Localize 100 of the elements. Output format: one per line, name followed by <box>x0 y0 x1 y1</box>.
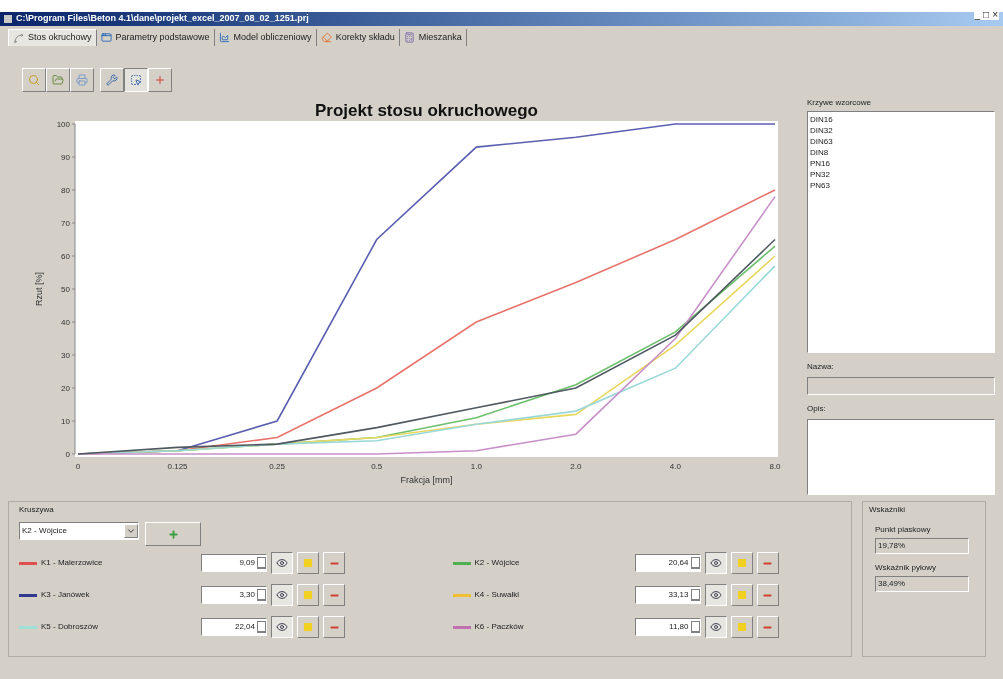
window-control[interactable]: × <box>991 10 999 20</box>
share-value: 3,30 <box>239 589 256 601</box>
share-spinner[interactable]: 3,30 <box>201 586 267 604</box>
tab[interactable]: Stos okruchowy <box>8 29 97 46</box>
window-control[interactable]: _ <box>973 10 982 20</box>
curve-list-item[interactable]: PN16 <box>810 158 992 169</box>
share-spinner[interactable]: 22,04 <box>201 618 267 636</box>
aggregate-name: K2 - Wójcice <box>474 557 521 569</box>
y-tick-label: 80 <box>61 185 70 195</box>
y-tick-label: 30 <box>61 350 70 360</box>
caret-icon <box>126 526 136 536</box>
visibility-button[interactable] <box>271 584 293 606</box>
eye-icon <box>276 557 288 569</box>
share-value: 9,09 <box>239 557 256 569</box>
aggregate-name: K1 - Malerzowice <box>41 557 104 569</box>
visibility-button[interactable] <box>271 616 293 638</box>
share-spinner[interactable]: 20,64 <box>634 554 701 572</box>
color-button[interactable] <box>730 584 753 606</box>
y-tick-label: 10 <box>61 416 70 426</box>
remove-button[interactable] <box>323 616 345 638</box>
color-button[interactable] <box>297 552 319 574</box>
window-control[interactable]: □ <box>982 10 991 20</box>
indicator-label: Wskaźnik pyłowy <box>875 562 937 574</box>
y-tick-label: 90 <box>61 152 70 162</box>
x-tick-label: 0 <box>75 462 81 471</box>
printer-icon <box>76 74 88 86</box>
aggregate-name: K6 - Paczków <box>474 621 525 633</box>
indicator-field: 38,49% <box>875 576 969 592</box>
share-value: 11,80 <box>669 621 690 633</box>
remove-button[interactable] <box>323 552 345 574</box>
eye-icon <box>709 557 722 569</box>
window-title: C:\Program Files\Beton 4.1\dane\projekt_excel_2007_08_02_1251.prj <box>16 12 309 26</box>
app-icon <box>4 15 12 23</box>
visibility-button[interactable] <box>704 616 727 638</box>
remove-button[interactable] <box>756 616 779 638</box>
x-tick-label: 0.5 <box>371 462 383 471</box>
y-tick-label: 50 <box>61 284 70 294</box>
add-aggregate-button[interactable] <box>145 522 201 546</box>
x-tick-label: 1.0 <box>470 462 482 471</box>
y-tick-label: 70 <box>61 218 70 228</box>
share-spinner[interactable]: 11,80 <box>634 618 701 636</box>
calculator-icon <box>403 32 415 43</box>
remove-button[interactable] <box>756 584 779 606</box>
field-label: Opis: <box>807 403 827 415</box>
visibility-button[interactable] <box>271 552 293 574</box>
curve-list-item[interactable]: PN32 <box>810 169 992 180</box>
aggregate-name: K3 - Janówek <box>41 589 91 601</box>
y-tick-label: 40 <box>61 317 70 327</box>
x-tick-label: 0.25 <box>269 462 285 471</box>
square-icon <box>737 591 746 599</box>
color-button[interactable] <box>730 552 753 574</box>
dropdown-value: K2 - Wójcice <box>21 525 67 537</box>
square-icon <box>737 559 746 567</box>
y-tick-label: 0 <box>65 449 70 459</box>
curve-icon <box>13 32 24 44</box>
search-icon <box>28 74 40 86</box>
remove-button[interactable] <box>323 584 345 606</box>
curve-list-item[interactable]: DIN16 <box>810 114 992 125</box>
eye-icon <box>276 621 288 633</box>
visibility-button[interactable] <box>704 552 727 574</box>
x-tick-label: 0.125 <box>167 462 188 471</box>
description-field[interactable] <box>807 419 995 495</box>
color-button[interactable] <box>730 616 753 638</box>
window-icon <box>100 32 112 43</box>
y-tick-label: 60 <box>61 251 70 261</box>
name-field[interactable] <box>807 377 995 395</box>
square-icon <box>304 623 312 631</box>
share-value: 22,04 <box>234 621 256 633</box>
wrench-icon <box>106 74 118 86</box>
share-spinner[interactable]: 33,13 <box>634 586 701 604</box>
curve-list-item[interactable]: DIN8 <box>810 147 992 158</box>
share-value: 20,64 <box>668 557 690 569</box>
curve-list-item[interactable]: DIN32 <box>810 125 992 136</box>
x-tick-label: 2.0 <box>570 462 582 471</box>
aggregate-name: K5 - Dobroszów <box>41 621 99 633</box>
square-icon <box>304 591 312 599</box>
x-axis-label: Frakcja [mm] <box>400 475 453 485</box>
visibility-button[interactable] <box>704 584 727 606</box>
chart-icon <box>218 32 230 43</box>
toolbar-button[interactable] <box>124 68 148 92</box>
curve-list-item[interactable]: PN63 <box>810 180 992 191</box>
indicator-label: Punkt piaskowy <box>875 524 932 536</box>
panel-label: Krzywe wzorcowe <box>807 97 872 109</box>
remove-button[interactable] <box>756 552 779 574</box>
plus-icon <box>154 74 166 86</box>
y-axis-label: Rzut [%] <box>34 272 44 306</box>
share-spinner[interactable]: 9,09 <box>201 554 267 572</box>
folder-icon <box>52 74 64 86</box>
share-value: 33,13 <box>668 589 690 601</box>
x-tick-label: 8.0 <box>769 462 781 471</box>
group-title: Kruszywa <box>19 504 55 516</box>
x-tick-label: 4.0 <box>669 462 681 471</box>
color-button[interactable] <box>297 584 319 606</box>
eye-icon <box>709 621 722 633</box>
aggregate-dropdown[interactable]: K2 - Wójcice <box>19 522 139 540</box>
y-tick-label: 100 <box>56 119 70 129</box>
curve-list-item[interactable]: DIN63 <box>810 136 992 147</box>
indicator-field: 19,78% <box>875 538 969 554</box>
color-button[interactable] <box>297 616 319 638</box>
eraser-icon <box>320 32 332 43</box>
